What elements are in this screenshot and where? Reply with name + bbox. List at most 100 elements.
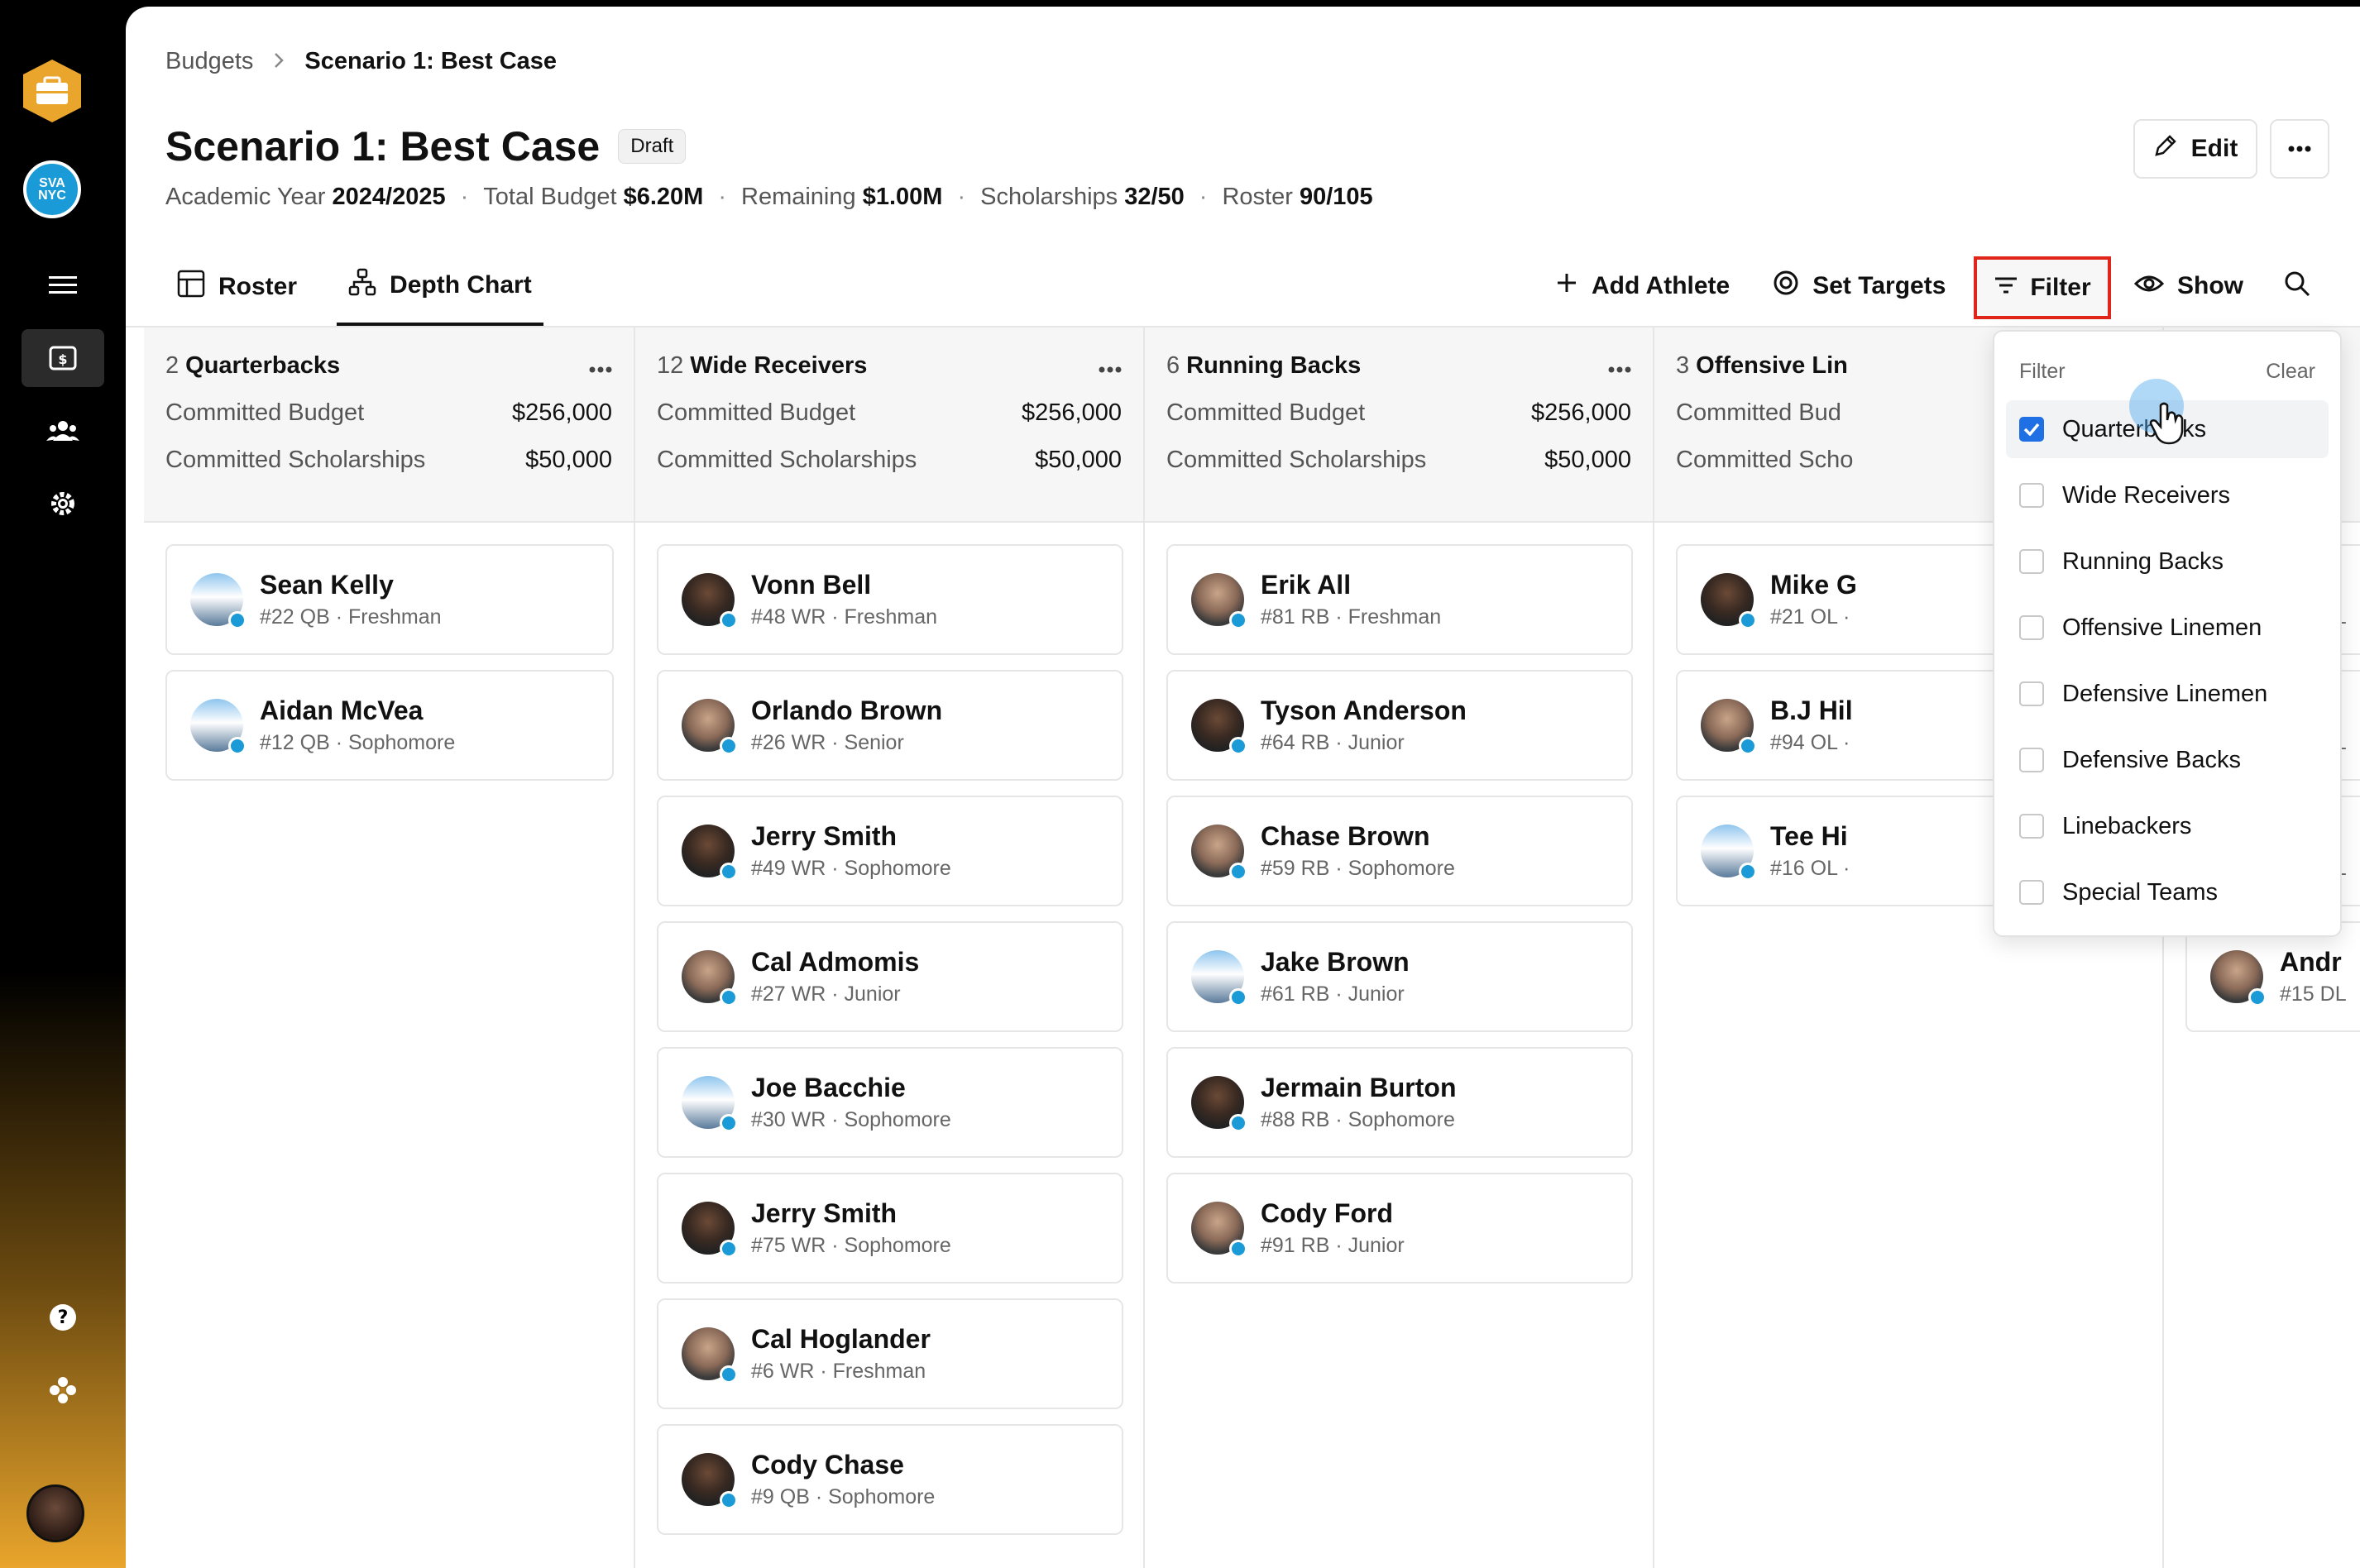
breadcrumb-parent[interactable]: Budgets xyxy=(165,48,253,75)
team-badge-icon xyxy=(1739,737,1757,755)
checkbox-icon[interactable] xyxy=(2019,483,2044,508)
column-more-icon[interactable] xyxy=(589,352,612,380)
team-badge-icon xyxy=(720,1491,738,1509)
team-badge-icon xyxy=(228,611,247,629)
filter-option[interactable]: Offensive Linemen xyxy=(2006,599,2329,657)
team-badge-icon xyxy=(1739,611,1757,629)
svg-text:?: ? xyxy=(58,1307,69,1328)
more-options-button[interactable] xyxy=(2270,119,2329,179)
apps-flower-icon[interactable] xyxy=(22,1361,104,1419)
team-badge-icon xyxy=(720,1365,738,1384)
committed-scholarships-value: $50,000 xyxy=(525,447,612,473)
player-card[interactable]: Cal Hoglander #6 WR · Freshman xyxy=(657,1298,1123,1409)
player-card[interactable]: Sean Kelly #22 QB · Freshman xyxy=(165,544,614,655)
column-title: Quarterbacks xyxy=(185,352,341,379)
player-card[interactable]: Jermain Burton #88 RB · Sophomore xyxy=(1166,1047,1633,1158)
player-card[interactable]: Jerry Smith #49 WR · Sophomore xyxy=(657,796,1123,906)
checkbox-checked-icon[interactable] xyxy=(2019,417,2044,442)
player-info: #59 RB · Sophomore xyxy=(1261,857,1455,880)
player-name: Tyson Anderson xyxy=(1261,696,1467,725)
team-badge-icon xyxy=(1739,863,1757,881)
player-avatar xyxy=(1701,825,1757,881)
edit-button[interactable]: Edit xyxy=(2133,119,2257,179)
app-logo-icon[interactable] xyxy=(22,58,83,124)
filter-option[interactable]: Running Backs xyxy=(2006,533,2329,590)
team-logo[interactable]: SVA NYC xyxy=(23,160,81,218)
tab-roster[interactable]: Roster xyxy=(165,260,309,326)
player-name: Cody Chase xyxy=(751,1450,904,1480)
player-info: #12 QB · Sophomore xyxy=(260,731,456,754)
team-nav-icon[interactable] xyxy=(22,402,104,460)
settings-gear-icon[interactable] xyxy=(22,475,104,533)
filter-button[interactable]: Filter xyxy=(1974,256,2111,319)
column-more-icon[interactable] xyxy=(1608,352,1631,380)
player-info: #81 RB · Freshman xyxy=(1261,605,1442,629)
player-card[interactable]: Jerry Smith #75 WR · Sophomore xyxy=(657,1173,1123,1284)
player-card[interactable]: Cody Ford #91 RB · Junior xyxy=(1166,1173,1633,1284)
player-name: Erik All xyxy=(1261,570,1352,600)
player-avatar xyxy=(190,573,247,629)
eye-icon xyxy=(2133,272,2165,300)
player-avatar xyxy=(682,1076,738,1132)
checkbox-icon[interactable] xyxy=(2019,814,2044,839)
committed-scholarships-label: Committed Scholarships xyxy=(1166,447,1427,473)
checkbox-icon[interactable] xyxy=(2019,880,2044,905)
checkbox-icon[interactable] xyxy=(2019,748,2044,772)
position-column: 6 Running Backs Committed Budget $256,000 Co… xyxy=(1145,327,1654,1568)
player-card[interactable]: Orlando Brown #26 WR · Senior xyxy=(657,670,1123,781)
position-column: 2 Quarterbacks Committed Budget $256,000 Com… xyxy=(144,327,635,1568)
player-card[interactable]: Tyson Anderson #64 RB · Junior xyxy=(1166,670,1633,781)
player-card[interactable]: Cody Chase #9 QB · Sophomore xyxy=(657,1424,1123,1535)
team-badge-icon xyxy=(1229,1240,1247,1258)
player-card[interactable]: Chase Brown #59 RB · Sophomore xyxy=(1166,796,1633,906)
clear-filter-button[interactable]: Clear xyxy=(2266,360,2315,384)
show-button[interactable]: Show xyxy=(2133,261,2243,311)
checkbox-icon[interactable] xyxy=(2019,681,2044,706)
filter-option[interactable]: Wide Receivers xyxy=(2006,466,2329,524)
tab-depth-chart[interactable]: Depth Chart xyxy=(337,260,543,326)
player-card[interactable]: Vonn Bell #48 WR · Freshman xyxy=(657,544,1123,655)
add-athlete-button[interactable]: Add Athlete xyxy=(1555,261,1730,311)
team-badge-icon xyxy=(2248,988,2267,1006)
set-targets-button[interactable]: Set Targets xyxy=(1773,261,1946,311)
filter-option-label: Defensive Linemen xyxy=(2062,680,2268,707)
player-card[interactable]: Erik All #81 RB · Freshman xyxy=(1166,544,1633,655)
filter-option[interactable]: Linebackers xyxy=(2006,797,2329,855)
search-icon[interactable] xyxy=(2283,270,2311,302)
player-avatar xyxy=(682,699,738,755)
player-info: #22 QB · Freshman xyxy=(260,605,442,629)
player-card[interactable]: Andr #15 DL xyxy=(2185,921,2360,1032)
menu-icon[interactable] xyxy=(22,256,104,314)
player-card[interactable]: Aidan McVea #12 QB · Sophomore xyxy=(165,670,614,781)
player-name: Sean Kelly xyxy=(260,570,394,600)
committed-budget-label: Committed Budget xyxy=(165,399,365,426)
breadcrumb-current: Scenario 1: Best Case xyxy=(304,48,558,74)
plus-icon xyxy=(1555,271,1578,301)
committed-budget-value: $256,000 xyxy=(1531,399,1631,426)
player-card[interactable]: Jake Brown #61 RB · Junior xyxy=(1166,921,1633,1032)
column-header: 6 Running Backs Committed Budget $256,000 Co… xyxy=(1145,327,1653,523)
user-avatar[interactable] xyxy=(26,1484,84,1542)
budget-nav-icon[interactable]: $ xyxy=(22,329,104,387)
team-badge-icon xyxy=(720,611,738,629)
player-avatar xyxy=(1191,699,1247,755)
player-card[interactable]: Cal Admomis #27 WR · Junior xyxy=(657,921,1123,1032)
chevron-right-icon xyxy=(273,48,285,75)
column-title: Offensive Lin xyxy=(1696,352,1848,379)
column-more-icon[interactable] xyxy=(1099,352,1122,380)
filter-option-label: Linebackers xyxy=(2062,812,2192,839)
checkbox-icon[interactable] xyxy=(2019,615,2044,640)
player-info: #88 RB · Sophomore xyxy=(1261,1108,1455,1131)
main-panel: Budgets Scenario 1: Best Case Scenario 1… xyxy=(126,7,2360,1568)
filter-option[interactable]: Special Teams xyxy=(2006,863,2329,921)
filter-option-label: Special Teams xyxy=(2062,878,2219,906)
filter-option[interactable]: Defensive Backs xyxy=(2006,731,2329,789)
budget-meta: Academic Year 2024/2025 · Total Budget $… xyxy=(165,184,1373,210)
player-avatar xyxy=(682,1202,738,1258)
filter-option[interactable]: Defensive Linemen xyxy=(2006,665,2329,723)
help-icon[interactable]: ? xyxy=(22,1288,104,1346)
player-avatar xyxy=(682,1327,738,1384)
player-card[interactable]: Joe Bacchie #30 WR · Sophomore xyxy=(657,1047,1123,1158)
checkbox-icon[interactable] xyxy=(2019,549,2044,574)
filter-option-label: Defensive Backs xyxy=(2062,746,2241,773)
